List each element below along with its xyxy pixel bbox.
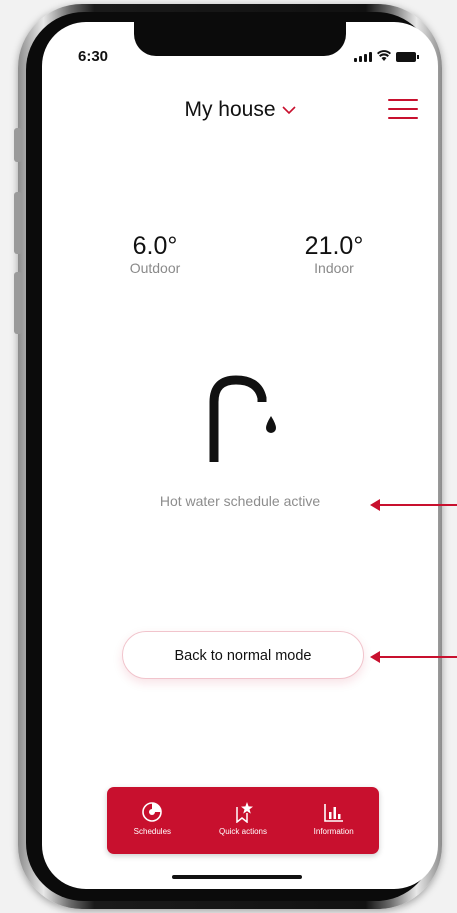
tab-information-label: Information bbox=[313, 827, 354, 836]
annotation-arrow-status bbox=[370, 499, 457, 511]
tab-schedules[interactable]: Schedules bbox=[107, 787, 198, 854]
hamburger-icon bbox=[388, 99, 418, 101]
outdoor-temperature-label: Outdoor bbox=[129, 260, 181, 276]
bottom-tab-bar: Schedules Quick actions Information bbox=[107, 787, 379, 854]
notch bbox=[134, 22, 346, 56]
outdoor-temperature: 6.0° Outdoor bbox=[95, 232, 215, 276]
status-icons bbox=[354, 50, 419, 62]
battery-icon bbox=[396, 52, 419, 62]
mute-switch bbox=[14, 128, 22, 162]
wifi-icon bbox=[377, 50, 391, 61]
tab-quick-actions[interactable]: Quick actions bbox=[198, 787, 289, 854]
signal-icon bbox=[354, 52, 372, 62]
back-to-normal-mode-button[interactable]: Back to normal mode bbox=[122, 631, 364, 679]
indoor-temperature-value: 21.0° bbox=[304, 232, 364, 260]
volume-down-button bbox=[14, 272, 22, 334]
annotation-arrow-button bbox=[370, 651, 457, 663]
chevron-down-icon bbox=[281, 106, 296, 115]
tab-quick-actions-label: Quick actions bbox=[218, 827, 268, 836]
schedule-icon bbox=[142, 802, 163, 822]
home-indicator[interactable] bbox=[172, 875, 302, 879]
information-icon bbox=[323, 804, 343, 822]
indoor-temperature-label: Indoor bbox=[314, 260, 354, 276]
quick-actions-icon bbox=[236, 802, 253, 823]
house-selector[interactable]: My house bbox=[42, 98, 438, 122]
hot-water-tap-icon bbox=[209, 375, 276, 462]
status-time: 6:30 bbox=[78, 48, 109, 65]
page-title: My house bbox=[184, 98, 276, 121]
indoor-temperature: 21.0° Indoor bbox=[274, 232, 394, 276]
outdoor-temperature-value: 6.0° bbox=[132, 232, 178, 260]
tab-information[interactable]: Information bbox=[288, 787, 379, 854]
menu-button[interactable] bbox=[388, 99, 418, 121]
volume-up-button bbox=[14, 192, 22, 254]
app-screen: 6:30 My house 6.0° Outdoor 21.0° Indoor … bbox=[42, 22, 438, 889]
tab-schedules-label: Schedules bbox=[133, 827, 172, 836]
